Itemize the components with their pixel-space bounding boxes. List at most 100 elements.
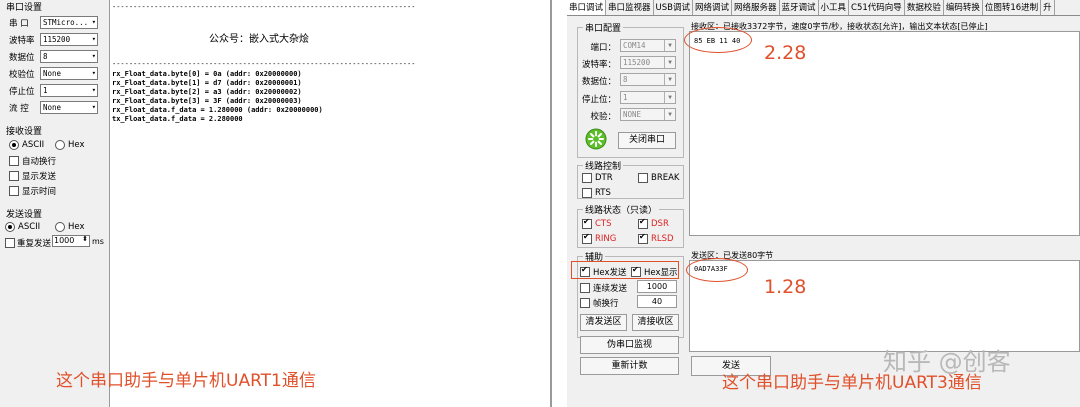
send-hex-label: Hex	[68, 222, 85, 232]
tab-serial-debug[interactable]: 串口调试	[567, 0, 607, 15]
tab-c51-wizard[interactable]: C51代码向导	[849, 0, 905, 15]
checkbox-checked-icon	[631, 265, 641, 277]
chevron-down-icon: ▾	[91, 35, 96, 43]
tab-net-debug[interactable]: 网络调试	[693, 0, 732, 15]
hex-show-checkbox[interactable]: Hex显示	[631, 265, 678, 278]
flow-select[interactable]: None ▾	[40, 101, 98, 114]
tab-usb-debug[interactable]: USB调试	[654, 0, 693, 15]
baud-value: 115200	[623, 58, 651, 67]
send-settings-title: 发送设置	[6, 210, 43, 220]
show-send-checkbox[interactable]: 显示发送	[9, 170, 56, 182]
baud-select[interactable]: 115200 ▾	[40, 33, 98, 46]
text-line: tx_Float_data.f_data = 2.280000	[112, 115, 243, 123]
close-port-button[interactable]: 关闭串口	[618, 132, 676, 149]
break-checkbox[interactable]: BREAK	[638, 173, 680, 183]
frame-wrap-input[interactable]: 40	[637, 295, 677, 308]
rts-checkbox[interactable]: RTS	[582, 188, 611, 198]
checkbox-icon	[582, 173, 592, 183]
clear-recv-button[interactable]: 清接收区	[632, 314, 679, 331]
send-text-area[interactable]: 0AD7A33F	[689, 260, 1080, 352]
checkbox-icon	[9, 156, 19, 166]
clear-send-button[interactable]: 清发送区	[580, 314, 627, 331]
baud-value: 115200	[43, 35, 71, 44]
tab-tools[interactable]: 小工具	[819, 0, 850, 15]
rts-label: RTS	[595, 188, 611, 198]
repeat-send-checkbox[interactable]: 重复发送	[5, 237, 51, 249]
hex-show-label: Hex显示	[644, 268, 678, 278]
stopbits-select[interactable]: 1 ▾	[40, 84, 98, 97]
chevron-down-icon: ▼	[664, 40, 675, 51]
cont-send-label: 连续发送	[593, 284, 628, 294]
tab-encoding[interactable]: 编码转换	[944, 0, 983, 15]
recv-annotation: 2.28	[764, 42, 807, 64]
send-ascii-radio[interactable]: ASCII	[5, 222, 40, 232]
stopbits-value: 1	[43, 86, 48, 95]
chevron-down-icon: ▼	[664, 74, 675, 85]
radio-icon	[55, 140, 65, 150]
parity-value: None	[43, 69, 62, 78]
dtr-checkbox[interactable]: DTR	[582, 173, 613, 183]
checkbox-checked-icon	[580, 265, 590, 277]
tab-bitmap[interactable]: 位图转16进制	[983, 0, 1042, 15]
rlsd-checkbox: RLSD	[638, 232, 674, 244]
stopbits-select[interactable]: 1 ▼	[620, 91, 676, 104]
checkbox-icon	[9, 171, 19, 181]
recv-hex-radio[interactable]: Hex	[55, 140, 85, 150]
checkbox-checked-icon	[582, 217, 592, 229]
send-annotation: 1.28	[764, 276, 807, 298]
recv-text-area[interactable]: 85 EB 11 40	[689, 31, 1080, 236]
recv-ascii-radio[interactable]: ASCII	[9, 140, 44, 150]
port-select[interactable]: STMicro... ▾	[40, 16, 98, 29]
right-caption: 这个串口助手与单片机UART3通信	[722, 373, 982, 393]
databits-select[interactable]: 8 ▾	[40, 50, 98, 63]
ring-checkbox: RING	[582, 232, 616, 244]
chevron-down-icon: ▼	[664, 92, 675, 103]
send-highlight-ellipse	[686, 258, 748, 282]
tab-serial-monitor[interactable]: 串口监视器	[606, 0, 654, 15]
auto-wrap-checkbox[interactable]: 自动换行	[9, 155, 56, 167]
databits-value: 8	[43, 52, 48, 61]
checkbox-icon	[580, 298, 590, 308]
cts-checkbox: CTS	[582, 217, 612, 229]
show-time-checkbox[interactable]: 显示时间	[9, 185, 56, 197]
tab-more[interactable]: 升	[1041, 0, 1055, 15]
tab-bluetooth[interactable]: 蓝牙调试	[780, 0, 819, 15]
recv-hex-label: Hex	[68, 140, 85, 150]
parity-select[interactable]: None ▾	[40, 67, 98, 80]
databits-label: 数据位	[9, 53, 35, 63]
repeat-unit-label: ms	[92, 237, 104, 246]
databits-select[interactable]: 8 ▼	[620, 73, 676, 86]
baud-select[interactable]: 115200 ▼	[620, 56, 676, 69]
radio-checked-icon	[5, 222, 15, 232]
text-heading: 公众号：嵌入式大杂烩	[209, 34, 309, 45]
fake-monitor-button[interactable]: 伪串口监视	[580, 336, 679, 354]
checkbox-icon	[580, 283, 590, 293]
dsr-checkbox: DSR	[638, 217, 669, 229]
parity-select[interactable]: NONE ▼	[620, 108, 676, 121]
tab-checksum[interactable]: 数据校验	[905, 0, 944, 15]
repeat-interval-input[interactable]: 1000 ⬍	[52, 235, 90, 247]
tab-net-server[interactable]: 网络服务器	[732, 0, 780, 15]
checkbox-icon	[582, 188, 592, 198]
reset-count-button[interactable]: 重新计数	[580, 357, 679, 375]
cts-label: CTS	[595, 219, 612, 229]
port-select[interactable]: COM14 ▼	[620, 39, 676, 52]
send-hex-radio[interactable]: Hex	[55, 222, 85, 232]
radio-icon	[55, 222, 65, 232]
dtr-label: DTR	[595, 173, 613, 183]
green-gear-icon[interactable]	[585, 128, 607, 150]
rlsd-label: RLSD	[651, 234, 674, 244]
hex-send-checkbox[interactable]: Hex发送	[580, 265, 627, 278]
receive-text-area[interactable]: ----------------------------------------…	[110, 0, 552, 407]
frame-wrap-label: 帧换行	[593, 299, 619, 309]
recv-settings-title: 接收设置	[6, 127, 43, 137]
chevron-down-icon: ▾	[91, 18, 96, 26]
cont-send-interval-input[interactable]: 1000	[637, 280, 677, 293]
stopbits-label: 停止位：	[581, 95, 616, 105]
cont-send-checkbox[interactable]: 连续发送	[580, 282, 627, 294]
frame-wrap-checkbox[interactable]: 帧换行	[580, 297, 619, 309]
baud-label: 波特率	[9, 36, 35, 46]
checkbox-checked-icon	[638, 232, 648, 244]
parity-label: 校验位	[9, 70, 35, 80]
serial-settings-title: 串口设置	[6, 3, 43, 13]
